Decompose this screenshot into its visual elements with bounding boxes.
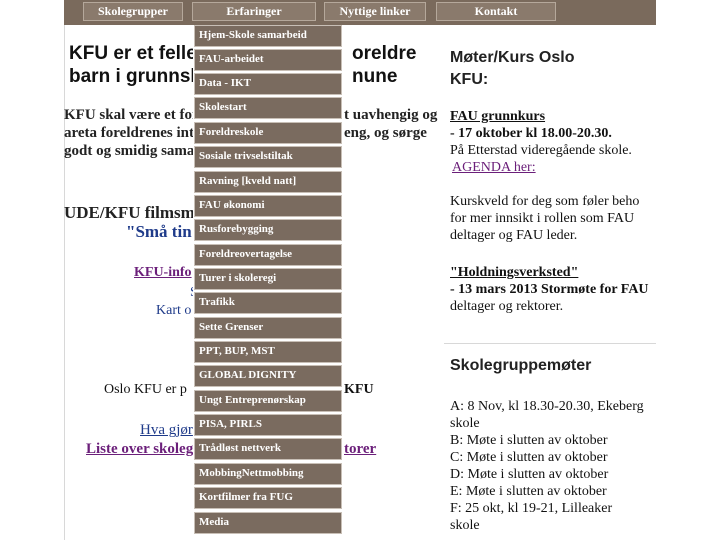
top-nav-bar: Skolegrupper Erfaringer Nyttige linker K… bbox=[64, 0, 656, 25]
menu-item-global-dignity[interactable]: GLOBAL DIGNITY bbox=[194, 365, 342, 387]
moter-heading-2: KFU: bbox=[450, 71, 489, 88]
kurs-line2: for mer innsikt i rollen som FAU bbox=[450, 211, 635, 226]
menu-item-turer[interactable]: Turer i skoleregi bbox=[194, 268, 342, 290]
menu-item-foreldreskole[interactable]: Foreldreskole bbox=[194, 122, 342, 144]
main-heading-line1: KFU er et felle bbox=[69, 43, 197, 64]
kurs-line3: deltager og FAU leder. bbox=[450, 228, 578, 243]
meeting-line: skole bbox=[450, 416, 480, 431]
menu-item-trafikk[interactable]: Trafikk bbox=[194, 292, 342, 314]
page-content: KFU er et felle oreldre barn i grunnsk n… bbox=[64, 25, 656, 540]
kurs-line1: Kurskveld for deg som føler beho bbox=[450, 194, 640, 209]
intro-line2: areta foreldrenes int bbox=[64, 125, 194, 141]
intro-line1-right: t uavhengig og bbox=[344, 107, 438, 123]
film-heading: UDE/KFU filmsm bbox=[64, 203, 195, 222]
holdningsverksted-link[interactable]: "Holdningsverksted" bbox=[450, 265, 578, 280]
meeting-line: skole bbox=[450, 518, 480, 533]
meeting-line: A: 8 Nov, kl 18.30-20.30, Ekeberg bbox=[450, 399, 644, 414]
meeting-line: C: Møte i slutten av oktober bbox=[450, 450, 608, 465]
menu-item-skolestart[interactable]: Skolestart bbox=[194, 97, 342, 119]
erfaringer-dropdown-menu: Hjem-Skole samarbeid FAU-arbeidet Data -… bbox=[193, 25, 343, 540]
right-separator bbox=[444, 343, 656, 344]
menu-item-fau-arbeidet[interactable]: FAU-arbeidet bbox=[194, 49, 342, 71]
intro-line3: godt og smidig samar bbox=[64, 143, 202, 159]
holdning-text: deltager og rektorer. bbox=[450, 299, 564, 314]
holdning-date: - 13 mars 2013 Stormøte for FAU bbox=[450, 282, 649, 297]
fau-date: - 17 oktober kl 18.00-20.30. bbox=[450, 126, 612, 141]
main-heading-line2: barn i grunnsk bbox=[69, 66, 201, 87]
nav-kontakt[interactable]: Kontakt bbox=[436, 2, 556, 21]
agenda-link[interactable]: AGENDA her: bbox=[452, 160, 536, 175]
menu-item-data-ikt[interactable]: Data - IKT bbox=[194, 73, 342, 95]
nav-nyttige-linker[interactable]: Nyttige linker bbox=[324, 2, 426, 21]
menu-item-sosiale-trivselstiltak[interactable]: Sosiale trivselstiltak bbox=[194, 146, 342, 168]
kfu-info-link[interactable]: KFU-info bbox=[134, 265, 192, 280]
fau-place: På Etterstad videregående skole. bbox=[450, 143, 632, 158]
nav-erfaringer[interactable]: Erfaringer bbox=[192, 2, 316, 21]
liste-skolegrupper-link[interactable]: Liste over skoleg bbox=[86, 441, 193, 457]
menu-item-pisa-pirls[interactable]: PISA, PIRLS bbox=[194, 414, 342, 436]
intro-line1: KFU skal være et forn bbox=[64, 107, 208, 123]
menu-item-tradlost-nettverk[interactable]: Trådløst nettverk bbox=[194, 438, 342, 460]
liste-link-right[interactable]: torer bbox=[344, 441, 376, 457]
skolegruppe-heading: Skolegruppemøter bbox=[450, 357, 592, 374]
menu-item-foreldreovertagelse[interactable]: Foreldreovertagelse bbox=[194, 244, 342, 266]
menu-item-kortfilmer[interactable]: Kortfilmer fra FUG bbox=[194, 487, 342, 509]
menu-item-ungt-entreprenorskap[interactable]: Ungt Entreprenørskap bbox=[194, 390, 342, 412]
moter-heading: Møter/Kurs Oslo bbox=[450, 49, 575, 66]
hva-gjor-link[interactable]: Hva gjør bbox=[140, 422, 193, 438]
main-heading-line1-right: oreldre bbox=[352, 43, 417, 64]
menu-item-rusforebygging[interactable]: Rusforebygging bbox=[194, 219, 342, 241]
meeting-line: E: Møte i slutten av oktober bbox=[450, 484, 607, 499]
nav-skolegrupper[interactable]: Skolegrupper bbox=[83, 2, 183, 21]
menu-item-media[interactable]: Media bbox=[194, 512, 342, 534]
meeting-line: B: Møte i slutten av oktober bbox=[450, 433, 608, 448]
oslo-text-left: Oslo KFU er p bbox=[104, 382, 187, 397]
main-heading-line2-right: nune bbox=[352, 66, 398, 87]
menu-item-ppt-bup-mst[interactable]: PPT, BUP, MST bbox=[194, 341, 342, 363]
menu-item-sette-grenser[interactable]: Sette Grenser bbox=[194, 317, 342, 339]
left-border bbox=[64, 25, 65, 540]
meeting-line: F: 25 okt, kl 19-21, Lilleaker bbox=[450, 501, 613, 516]
intro-line2-right: eng, og sørge bbox=[344, 125, 427, 141]
film-title[interactable]: "Små tin bbox=[126, 222, 192, 242]
menu-item-mobbing[interactable]: MobbingNettmobbing bbox=[194, 463, 342, 485]
menu-item-fau-okonomi[interactable]: FAU økonomi bbox=[194, 195, 342, 217]
menu-item-hjem-skole[interactable]: Hjem-Skole samarbeid bbox=[194, 25, 342, 47]
oslo-text-right: KFU bbox=[344, 382, 374, 397]
menu-item-ravning[interactable]: Ravning [kveld natt] bbox=[194, 171, 342, 193]
kart-text[interactable]: Kart o bbox=[156, 303, 191, 319]
meeting-line: D: Møte i slutten av oktober bbox=[450, 467, 609, 482]
fau-grunnkurs-link[interactable]: FAU grunnkurs bbox=[450, 109, 545, 124]
